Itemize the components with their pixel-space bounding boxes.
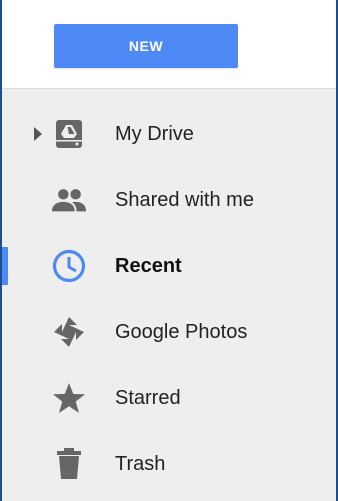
sidebar-item-label: Recent	[115, 254, 182, 277]
sidebar-item-label: Trash	[115, 452, 166, 475]
sidebar-item-google-photos[interactable]: Google Photos	[2, 299, 336, 365]
clock-icon	[51, 248, 87, 284]
new-button[interactable]: NEW	[54, 24, 238, 68]
sidebar-item-label: Google Photos	[115, 320, 248, 343]
star-icon	[51, 380, 87, 416]
drive-icon	[51, 116, 87, 152]
sidebar-item-label: Shared with me	[115, 188, 254, 211]
sidebar-item-trash[interactable]: Trash	[2, 431, 336, 497]
sidebar-item-label: Starred	[115, 386, 181, 409]
trash-icon	[51, 446, 87, 482]
sidebar-item-starred[interactable]: Starred	[2, 365, 336, 431]
pinwheel-icon	[51, 314, 87, 350]
sidebar-item-shared-with-me[interactable]: Shared with me	[2, 167, 336, 233]
sidebar-item-label: My Drive	[115, 122, 194, 145]
active-indicator	[2, 247, 8, 285]
new-button-area: NEW	[2, 0, 336, 89]
people-icon	[51, 182, 87, 218]
sidebar-item-recent[interactable]: Recent	[2, 233, 336, 299]
sidebar-item-my-drive[interactable]: My Drive	[2, 101, 336, 167]
sidebar-nav: My Drive Shared with me Recent Google Ph…	[2, 101, 336, 497]
expand-arrow-icon[interactable]	[32, 125, 44, 143]
